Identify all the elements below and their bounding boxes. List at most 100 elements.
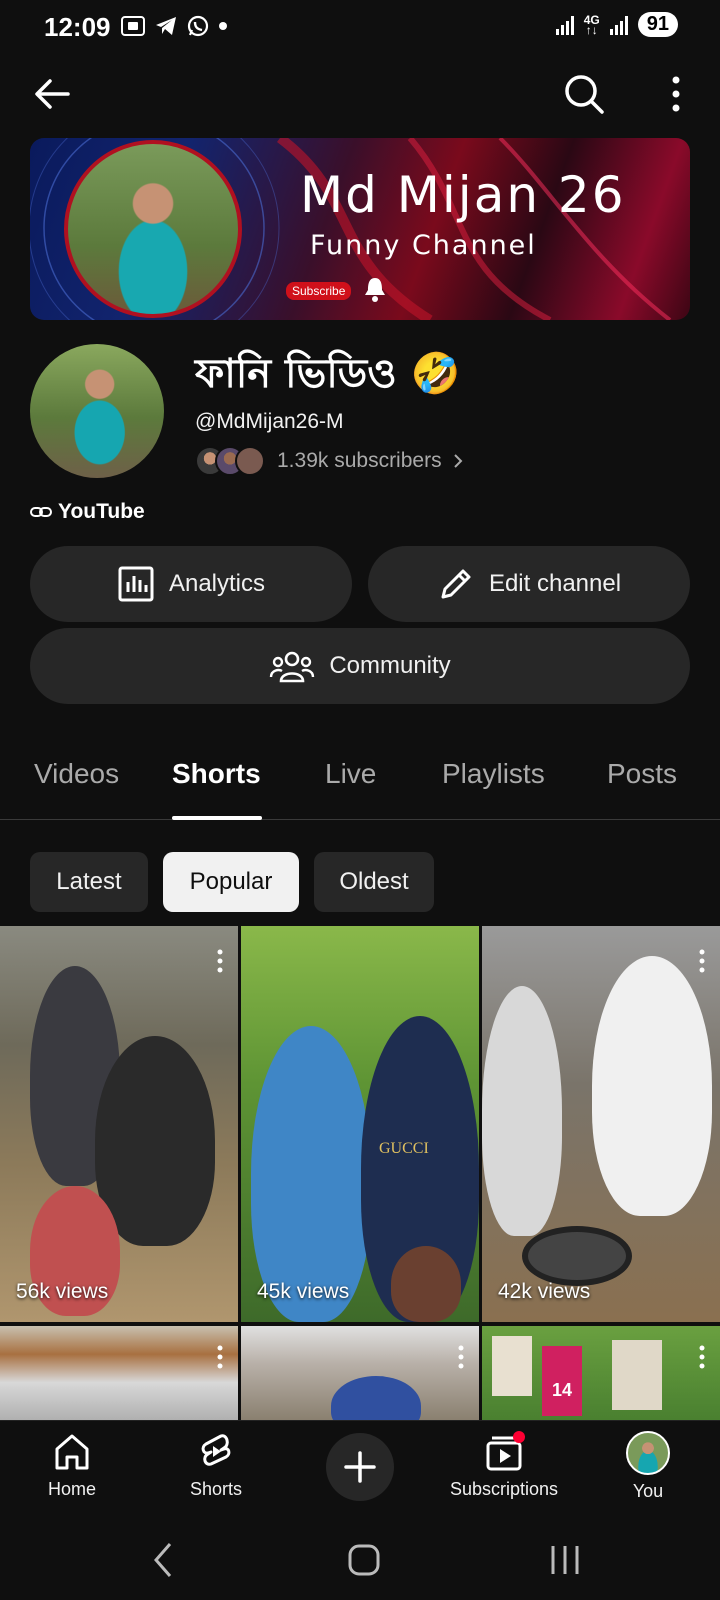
short-views: 45k views: [257, 1280, 350, 1303]
channel-banner: Md Mijan 26 Funny Channel Subscribe: [30, 138, 690, 320]
poster-sign: [612, 1340, 662, 1410]
channel-avatar[interactable]: [30, 344, 164, 478]
more-vert-icon[interactable]: [216, 948, 224, 974]
poster-sign: [492, 1336, 532, 1396]
short-views: 42k views: [498, 1280, 591, 1303]
signal-icon: [555, 15, 574, 35]
nav-home-label: Home: [47, 1479, 96, 1499]
chip-oldest[interactable]: Oldest: [314, 852, 434, 912]
screenshot-icon: [121, 16, 145, 36]
subscriptions-icon: [486, 1431, 525, 1471]
system-home-icon[interactable]: [344, 1540, 384, 1580]
short-thumbnail[interactable]: [241, 1326, 479, 1420]
more-vert-icon[interactable]: [457, 1344, 465, 1370]
system-recents-icon[interactable]: [548, 1540, 582, 1580]
banner-subscribe-graphic: Subscribe: [286, 282, 352, 300]
community-button[interactable]: Community: [30, 628, 690, 704]
channel-tabs: Videos Shorts Live Playlists Posts: [0, 750, 720, 820]
banner-profile-photo: [64, 140, 242, 318]
plus-icon: [344, 1451, 376, 1483]
nav-you[interactable]: You: [573, 1431, 720, 1502]
status-time: 12:09: [44, 12, 111, 42]
search-button[interactable]: [560, 70, 608, 118]
more-vert-icon[interactable]: [216, 1344, 224, 1370]
network-type: 4G ↑↓: [583, 12, 600, 37]
more-vert-icon[interactable]: [698, 948, 706, 974]
tab-posts[interactable]: Posts: [607, 758, 677, 790]
system-indicators: 4G ↑↓ 91: [555, 12, 678, 37]
short-views: 56k views: [16, 1280, 109, 1303]
more-vert-icon[interactable]: [698, 1344, 706, 1370]
pencil-icon: [441, 569, 471, 599]
subscriber-avatars: [195, 446, 265, 476]
shirt-text: GUCCI: [379, 1140, 429, 1157]
whatsapp-icon: [187, 15, 209, 37]
short-thumbnail[interactable]: [0, 1326, 238, 1420]
shorts-icon: [201, 1434, 231, 1466]
subscriber-avatar: [235, 446, 265, 476]
nav-subscriptions-label: Subscriptions: [449, 1479, 559, 1499]
battery-indicator: 91: [637, 12, 678, 37]
top-app-bar: [0, 60, 720, 128]
poster-sign: 14: [542, 1346, 582, 1416]
community-label: Community: [329, 652, 451, 679]
short-thumbnail[interactable]: 56k views: [0, 926, 238, 1322]
thumbnail-person: [391, 1246, 461, 1322]
link-icon: [30, 507, 52, 517]
create-button[interactable]: [326, 1433, 394, 1501]
short-thumbnail[interactable]: 14: [482, 1326, 720, 1420]
tab-live[interactable]: Live: [325, 758, 376, 790]
chip-latest[interactable]: Latest: [30, 852, 148, 912]
short-thumbnail[interactable]: 42k views: [482, 926, 720, 1322]
notification-icons: [120, 14, 228, 38]
analytics-button[interactable]: Analytics: [30, 546, 352, 622]
channel-name: ফানি ভিডিও 🤣: [195, 351, 461, 397]
short-thumbnail[interactable]: GUCCI 45k views: [241, 926, 479, 1322]
thumbnail-person: [251, 1026, 371, 1322]
thumbnail-person: [331, 1376, 421, 1420]
thumbnail-person: [482, 986, 562, 1236]
frying-pan: [522, 1226, 632, 1286]
bottom-navigation: Home Shorts Subscriptions You: [0, 1420, 720, 1520]
system-back-icon[interactable]: [148, 1540, 178, 1580]
edit-channel-button[interactable]: Edit channel: [368, 546, 690, 622]
chip-popular[interactable]: Popular: [163, 852, 299, 912]
you-avatar: [626, 1431, 670, 1475]
search-icon: [565, 75, 604, 114]
analytics-icon: [118, 566, 154, 602]
telegram-icon: [156, 17, 176, 35]
arrow-back-icon: [35, 79, 70, 109]
thumbnail-person: [95, 1036, 215, 1246]
banner-title: Md Mijan 26: [300, 166, 626, 224]
poster-number: 14: [551, 1380, 573, 1400]
channel-handle: @MdMijan26-M: [195, 410, 344, 433]
subscriber-count: 1.39k subscribers: [277, 449, 442, 472]
more-vert-icon: [672, 76, 680, 112]
nav-you-label: You: [632, 1481, 664, 1501]
tab-videos[interactable]: Videos: [34, 758, 119, 790]
nav-home[interactable]: Home: [0, 1431, 147, 1500]
analytics-label: Analytics: [168, 570, 266, 597]
chevron-right-icon: [453, 454, 462, 468]
channel-link-label: YouTube: [58, 500, 145, 523]
signal-icon-2: [609, 15, 628, 35]
tab-shorts[interactable]: Shorts: [172, 758, 261, 790]
edit-channel-label: Edit channel: [488, 570, 622, 597]
system-navigation-bar: [0, 1520, 720, 1600]
thumbnail-person: [592, 956, 712, 1216]
status-bar: 12:09 4G ↑↓ 91: [0, 0, 720, 56]
nav-shorts-label: Shorts: [189, 1479, 243, 1499]
active-tab-indicator: [172, 816, 262, 820]
banner-subtitle: Funny Channel: [310, 230, 537, 261]
channel-link[interactable]: YouTube: [30, 500, 145, 524]
home-icon: [55, 1434, 89, 1470]
back-button[interactable]: [28, 70, 76, 118]
nav-shorts[interactable]: Shorts: [141, 1431, 291, 1500]
nav-subscriptions[interactable]: Subscriptions: [429, 1431, 579, 1500]
more-options-button[interactable]: [652, 70, 700, 118]
dot-icon: [219, 22, 227, 30]
subscribers-row[interactable]: 1.39k subscribers: [195, 446, 468, 476]
tab-playlists[interactable]: Playlists: [442, 758, 545, 790]
people-icon: [270, 651, 315, 683]
bell-icon: [365, 278, 385, 302]
